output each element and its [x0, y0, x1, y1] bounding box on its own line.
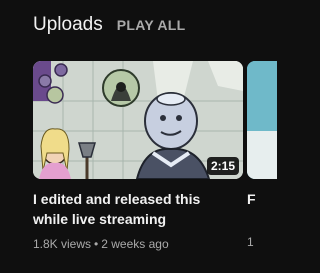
video-card[interactable]: 2:15 I edited and released this while li…	[33, 61, 243, 253]
next-thumbnail-artwork	[247, 61, 277, 179]
next-video-metadata: 1	[247, 235, 254, 249]
next-video-title[interactable]: F	[247, 189, 256, 209]
play-all-button[interactable]: PLAY ALL	[117, 17, 186, 33]
section-header: Uploads PLAY ALL	[33, 14, 186, 36]
upload-age: 2 weeks ago	[101, 237, 169, 251]
video-thumbnail[interactable]: 2:15	[33, 61, 243, 179]
video-title[interactable]: I edited and released this while live st…	[33, 189, 238, 229]
view-count: 1.8K views	[33, 237, 92, 251]
video-duration-badge: 2:15	[206, 157, 239, 175]
section-title: Uploads	[33, 14, 103, 35]
meta-separator: •	[94, 237, 99, 251]
next-video-thumbnail[interactable]	[247, 61, 277, 179]
video-metadata: 1.8K views • 2 weeks ago	[33, 235, 243, 253]
